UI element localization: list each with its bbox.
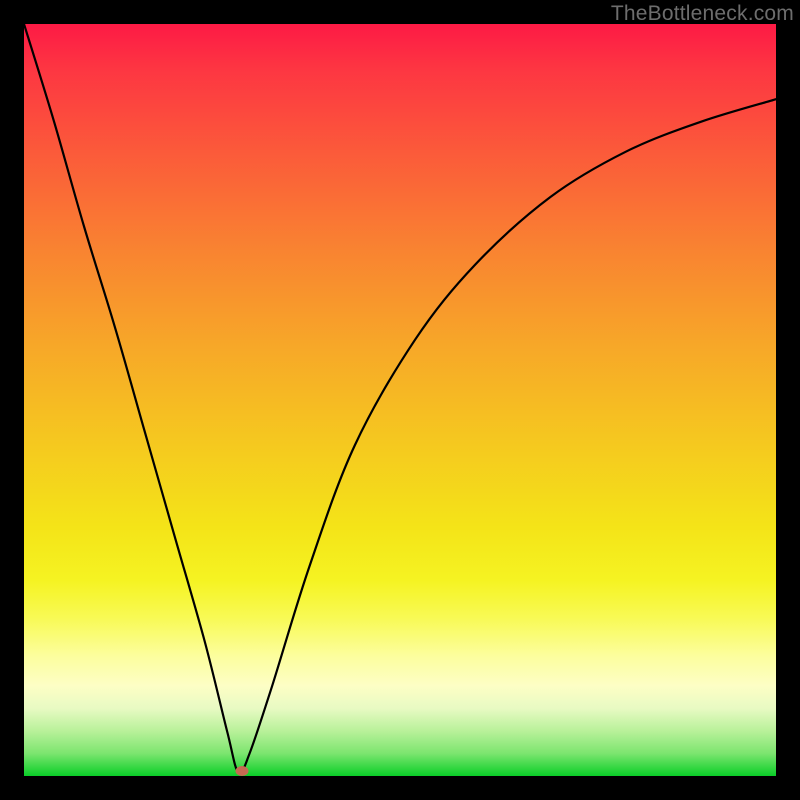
curve-path	[24, 24, 776, 773]
optimum-marker	[236, 766, 249, 776]
chart-frame: TheBottleneck.com	[0, 0, 800, 800]
plot-area	[24, 24, 776, 776]
watermark-text: TheBottleneck.com	[611, 2, 794, 26]
bottleneck-curve	[24, 24, 776, 776]
